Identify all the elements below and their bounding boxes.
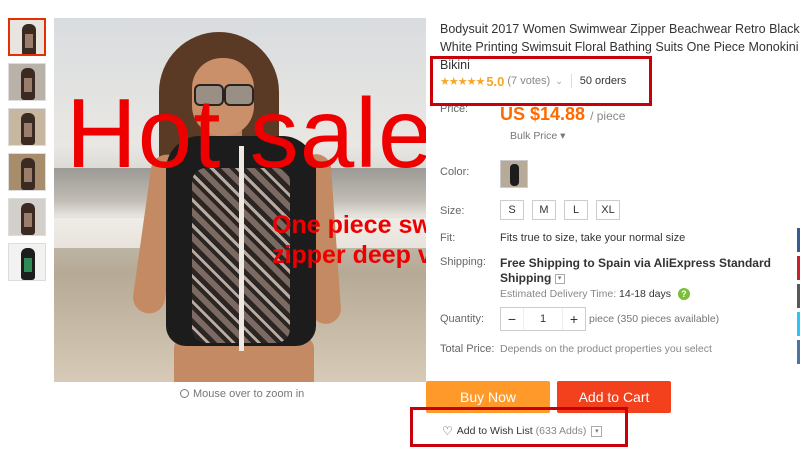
total-price-label: Total Price: — [440, 343, 495, 355]
thumbnail-1[interactable] — [8, 18, 46, 56]
bulk-price-toggle[interactable]: Bulk Price ▾ — [510, 130, 565, 142]
product-price: US $14.88 / piece — [500, 104, 625, 125]
zoom-hint-text: Mouse over to zoom in — [193, 388, 305, 400]
color-label: Color: — [440, 166, 470, 178]
fit-label: Fit: — [440, 232, 456, 244]
size-option-m[interactable]: M — [532, 200, 556, 220]
color-swatch[interactable] — [500, 160, 528, 188]
thumbnail-image — [21, 203, 35, 235]
delivery-label: Estimated Delivery Time: — [500, 288, 617, 300]
quantity-stepper: − 1 + — [500, 307, 586, 331]
thumbnail-image — [22, 24, 36, 54]
size-label: Size: — [440, 205, 465, 217]
size-option-xl[interactable]: XL — [596, 200, 620, 220]
price-unit: / piece — [590, 109, 626, 123]
thumbnail-4[interactable] — [8, 153, 46, 191]
shipping-text: Free Shipping to Spain via AliExpress St… — [500, 256, 771, 285]
size-option-l[interactable]: L — [564, 200, 588, 220]
quantity-availability: piece (350 pieces available) — [589, 313, 720, 325]
rating-highlight-box — [430, 56, 652, 106]
hot-sale-overlay: Hot sale — [66, 78, 434, 188]
thumbnail-6[interactable] — [8, 243, 46, 281]
magnifier-icon — [180, 389, 189, 398]
thumbnail-strip — [8, 18, 48, 288]
chevron-down-icon[interactable]: ▾ — [554, 273, 565, 284]
size-options: S M L XL — [500, 200, 620, 220]
shipping-label: Shipping: — [440, 256, 486, 268]
delivery-estimate: Estimated Delivery Time: 14-18 days ? — [500, 288, 690, 301]
thumbnail-image — [21, 248, 35, 280]
delivery-days: 14-18 days — [619, 288, 671, 300]
thumbnail-5[interactable] — [8, 198, 46, 236]
zoom-hint: Mouse over to zoom in — [180, 388, 304, 400]
wishlist-highlight-box — [410, 407, 628, 447]
help-icon[interactable]: ? — [677, 288, 690, 301]
thumbnail-2[interactable] — [8, 63, 46, 101]
quantity-increase-button[interactable]: + — [563, 308, 585, 330]
quantity-input[interactable]: 1 — [523, 308, 563, 330]
thumbnail-3[interactable] — [8, 108, 46, 146]
total-price-text: Depends on the product properties you se… — [500, 343, 712, 355]
size-option-s[interactable]: S — [500, 200, 524, 220]
fit-text: Fits true to size, take your normal size — [500, 232, 686, 244]
thumbnail-image — [21, 68, 35, 100]
main-product-image[interactable] — [54, 18, 426, 382]
thumbnail-image — [21, 158, 35, 190]
thumbnail-image — [21, 113, 35, 145]
price-value: US $14.88 — [500, 104, 586, 124]
quantity-decrease-button[interactable]: − — [501, 308, 523, 330]
quantity-label: Quantity: — [440, 313, 485, 325]
shipping-method[interactable]: Free Shipping to Spain via AliExpress St… — [500, 256, 790, 286]
